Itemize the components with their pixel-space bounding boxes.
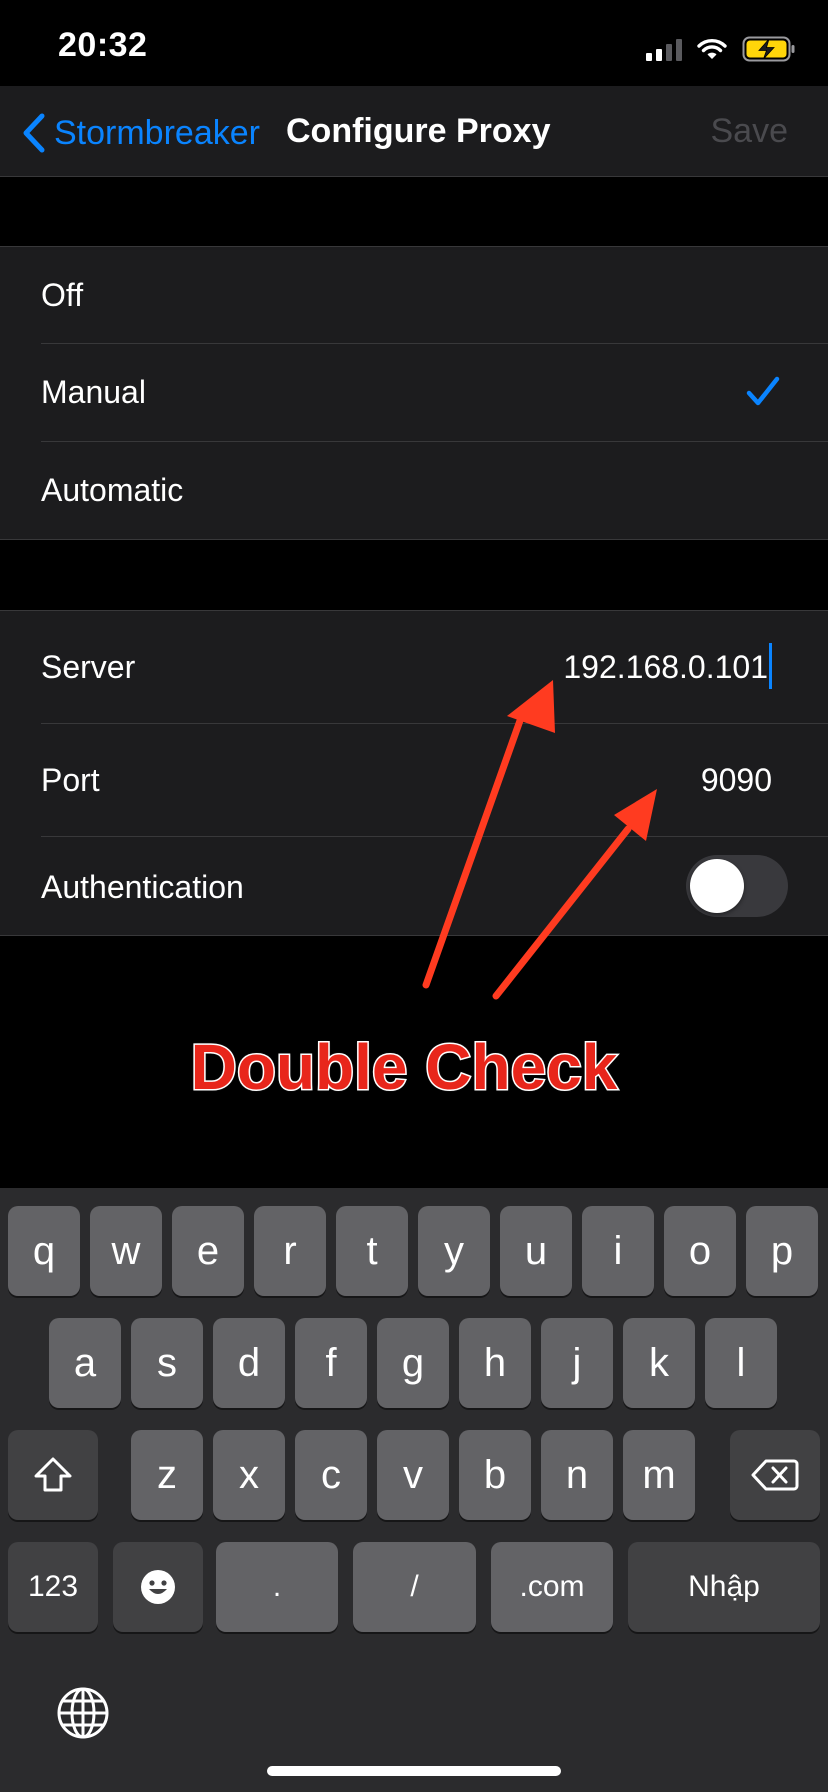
dot-key[interactable]: .: [216, 1542, 338, 1632]
key-v[interactable]: v: [377, 1430, 449, 1520]
key-o[interactable]: o: [664, 1206, 736, 1296]
key-g[interactable]: g: [377, 1318, 449, 1408]
key-n[interactable]: n: [541, 1430, 613, 1520]
key-w[interactable]: w: [90, 1206, 162, 1296]
home-indicator: [267, 1766, 561, 1776]
backspace-icon: [751, 1459, 799, 1491]
dotcom-key[interactable]: .com: [491, 1542, 613, 1632]
key-p[interactable]: p: [746, 1206, 818, 1296]
key-r[interactable]: r: [254, 1206, 326, 1296]
key-x[interactable]: x: [213, 1430, 285, 1520]
backspace-key[interactable]: [730, 1430, 820, 1520]
key-f[interactable]: f: [295, 1318, 367, 1408]
shift-key[interactable]: [8, 1430, 98, 1520]
key-j[interactable]: j: [541, 1318, 613, 1408]
emoji-key[interactable]: [113, 1542, 203, 1632]
key-d[interactable]: d: [213, 1318, 285, 1408]
key-b[interactable]: b: [459, 1430, 531, 1520]
key-y[interactable]: y: [418, 1206, 490, 1296]
key-a[interactable]: a: [49, 1318, 121, 1408]
key-h[interactable]: h: [459, 1318, 531, 1408]
key-q[interactable]: q: [8, 1206, 80, 1296]
annotation-text: Double Check: [189, 1030, 619, 1105]
key-l[interactable]: l: [705, 1318, 777, 1408]
emoji-icon: [141, 1570, 175, 1604]
key-m[interactable]: m: [623, 1430, 695, 1520]
arrow-to-server: [422, 680, 555, 989]
shift-icon: [34, 1457, 72, 1492]
key-k[interactable]: k: [623, 1318, 695, 1408]
key-c[interactable]: c: [295, 1430, 367, 1520]
globe-icon[interactable]: [56, 1686, 110, 1740]
key-u[interactable]: u: [500, 1206, 572, 1296]
numbers-key[interactable]: 123: [8, 1542, 98, 1632]
key-t[interactable]: t: [336, 1206, 408, 1296]
slash-key[interactable]: /: [353, 1542, 476, 1632]
arrow-to-port: [492, 789, 657, 1000]
key-z[interactable]: z: [131, 1430, 203, 1520]
return-key[interactable]: Nhập: [628, 1542, 820, 1632]
key-s[interactable]: s: [131, 1318, 203, 1408]
keyboard: q w e r t y u i o p a s d f g h j k l z …: [0, 1188, 828, 1792]
key-i[interactable]: i: [582, 1206, 654, 1296]
key-e[interactable]: e: [172, 1206, 244, 1296]
